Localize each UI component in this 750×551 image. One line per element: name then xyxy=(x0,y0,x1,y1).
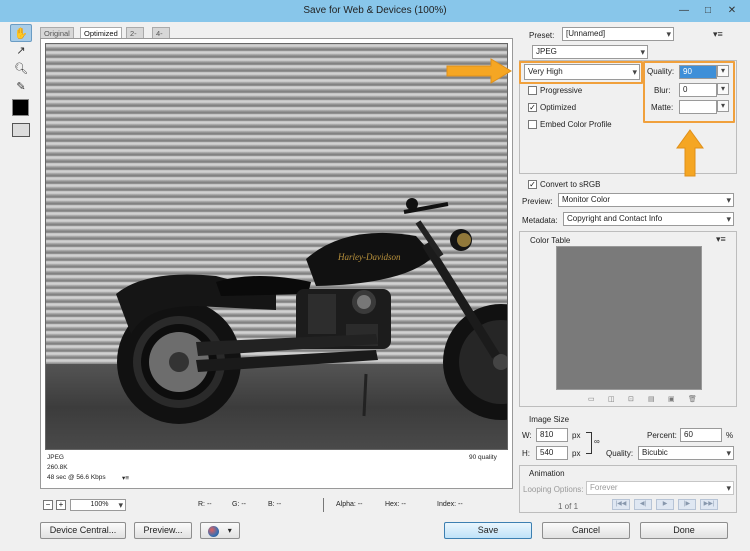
svg-text:Harley-Davidson: Harley-Davidson xyxy=(337,252,401,262)
resample-quality-select[interactable]: Bicubic xyxy=(638,446,734,460)
download-speed-menu-icon[interactable]: ▾≡ xyxy=(122,474,129,482)
height-input[interactable]: 540 xyxy=(536,446,568,460)
optimized-label: Optimized xyxy=(540,103,577,112)
new-color-icon[interactable]: ▤ xyxy=(648,395,655,403)
constrain-proportions-icon[interactable]: ∞ xyxy=(594,437,600,446)
done-button[interactable]: Done xyxy=(640,522,728,539)
metadata-label: Metadata: xyxy=(522,216,558,225)
zoom-level-select[interactable]: 100% xyxy=(70,499,126,511)
eyedropper-tool-icon[interactable]: ✎ xyxy=(10,78,32,96)
readout-index: Index: -- xyxy=(437,501,463,508)
progressive-label: Progressive xyxy=(540,86,583,95)
preview-button[interactable]: Preview... xyxy=(134,522,192,539)
quality-readout: 90 quality xyxy=(469,454,497,461)
preset-select[interactable]: [Unnamed] xyxy=(562,27,674,41)
progressive-checkbox[interactable] xyxy=(528,86,537,95)
quality-settings-highlight xyxy=(643,61,735,123)
readout-alpha: Alpha: -- xyxy=(336,501,363,508)
save-button[interactable]: Save xyxy=(444,522,532,539)
looping-options-select[interactable]: Forever xyxy=(586,481,734,495)
download-time: 48 sec @ 56.6 Kbps xyxy=(47,474,106,481)
minimize-icon: — xyxy=(679,5,689,16)
motorcycle-image: Harley-Davidson xyxy=(116,198,507,424)
previous-frame-icon[interactable]: ◀| xyxy=(634,499,652,510)
settings-menu-icon[interactable]: ▾≡ xyxy=(713,29,723,40)
optimized-info-bar: JPEG 260.8K 48 sec @ 56.6 Kbps ▾≡ 90 qua… xyxy=(45,452,508,486)
color-table-menu-icon[interactable]: ▾≡ xyxy=(716,234,726,245)
new-swatch-icon[interactable]: ▣ xyxy=(668,395,675,403)
shift-web-palette-icon[interactable]: ◫ xyxy=(608,395,615,403)
trash-icon[interactable]: 🗑︎ xyxy=(688,395,697,403)
slice-select-tool-icon[interactable]: ↗ xyxy=(10,42,32,60)
frame-counter: 1 of 1 xyxy=(558,502,579,511)
optimized-checkbox[interactable]: ✓ xyxy=(528,103,537,112)
file-format: JPEG xyxy=(47,454,64,461)
browser-select-button[interactable]: ▾ xyxy=(200,522,240,539)
quality-preset-highlight xyxy=(519,61,643,84)
close-button[interactable]: ✕ xyxy=(720,3,744,19)
zoom-out-icon[interactable]: − xyxy=(43,500,53,510)
width-label: W: xyxy=(522,431,532,440)
first-frame-icon[interactable]: |◀◀ xyxy=(612,499,630,510)
width-unit: px xyxy=(572,431,581,440)
window-titlebar: Save for Web & Devices (100%) xyxy=(0,0,750,22)
link-bracket xyxy=(586,432,592,454)
cancel-button[interactable]: Cancel xyxy=(542,522,630,539)
file-size: 260.8K xyxy=(47,464,68,471)
readout-b: B: -- xyxy=(268,501,282,508)
percent-input[interactable]: 60 xyxy=(680,428,722,442)
zoom-in-icon[interactable]: + xyxy=(56,500,66,510)
image-preview[interactable]: Harley-Davidson xyxy=(45,43,508,450)
preview-select[interactable]: Monitor Color xyxy=(558,193,734,207)
arrow-right-icon xyxy=(446,58,512,84)
window-title: Save for Web & Devices (100%) xyxy=(303,5,447,16)
percent-label: Percent: xyxy=(647,431,677,440)
maximize-button[interactable]: □ xyxy=(696,3,720,19)
preset-label: Preset: xyxy=(529,31,555,40)
height-label: H: xyxy=(522,449,530,458)
arrow-up-icon xyxy=(676,129,704,177)
looping-options-label: Looping Options: xyxy=(523,485,584,494)
eyedropper-color-swatch[interactable] xyxy=(12,99,29,116)
convert-srgb-checkbox[interactable]: ✓ xyxy=(528,180,537,189)
maximize-icon: □ xyxy=(704,5,712,16)
readout-r: R: -- xyxy=(198,501,212,508)
chevron-down-icon: ▾ xyxy=(227,526,232,535)
play-icon[interactable]: ▶ xyxy=(656,499,674,510)
hand-tool-icon[interactable]: ✋ xyxy=(10,24,32,42)
last-frame-icon[interactable]: ▶▶| xyxy=(700,499,718,510)
close-icon: ✕ xyxy=(727,5,737,16)
metadata-select[interactable]: Copyright and Contact Info xyxy=(563,212,734,226)
toolbox: ✋ ↗ 🔍︎ ✎ xyxy=(8,24,34,144)
next-frame-icon[interactable]: |▶ xyxy=(678,499,696,510)
zoom-tool-icon[interactable]: 🔍︎ xyxy=(10,60,32,78)
preview-label: Preview: xyxy=(522,197,553,206)
device-central-button[interactable]: Device Central... xyxy=(40,522,126,539)
status-divider xyxy=(323,498,324,512)
width-input[interactable]: 810 xyxy=(536,428,568,442)
percent-unit: % xyxy=(726,431,734,440)
readout-hex: Hex: -- xyxy=(385,501,406,508)
lock-color-icon[interactable]: ⊡ xyxy=(628,395,634,403)
color-table-swatch xyxy=(556,246,702,390)
toggle-slices-visibility-icon[interactable] xyxy=(12,123,30,137)
embed-color-profile-label: Embed Color Profile xyxy=(540,120,612,129)
resample-quality-label: Quality: xyxy=(606,449,634,458)
embed-color-profile-checkbox[interactable] xyxy=(528,120,537,129)
minimize-button[interactable]: — xyxy=(672,3,696,19)
image-size-title: Image Size xyxy=(529,415,570,424)
status-bar: − + 100% R: -- G: -- B: -- Alpha: -- Hex… xyxy=(40,496,513,512)
browser-globe-icon xyxy=(208,526,220,538)
animation-title: Animation xyxy=(529,469,565,478)
readout-g: G: -- xyxy=(232,501,246,508)
file-format-select[interactable]: JPEG xyxy=(532,45,648,59)
map-color-icon[interactable]: ▭ xyxy=(588,395,595,403)
convert-srgb-label: Convert to sRGB xyxy=(540,180,601,189)
height-unit: px xyxy=(572,449,581,458)
color-table-title: Color Table xyxy=(530,236,571,245)
